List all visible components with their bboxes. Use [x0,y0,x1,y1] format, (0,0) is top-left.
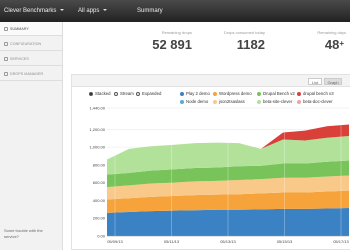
sidebar-item-configuration[interactable]: CONFIGURATION [0,37,62,51]
configuration-icon [4,42,8,46]
drops-today-label: Drops consumed today [223,30,265,35]
y-tick-label: 1,440.00 [89,106,105,111]
remaining-days-number: 48 [324,37,340,52]
drops-manager-icon [4,72,8,76]
y-tick-label: 800.00 [93,162,106,167]
chevron-down-icon [103,9,108,12]
y-tick-label: 200.00 [93,216,106,221]
remaining-drops-label: Remaining drops [161,30,192,35]
y-tick-label: 400.00 [93,198,106,203]
x-tick-label: 05/09/13 [107,239,123,244]
page-title: Summary [137,7,163,15]
summary-icon [4,27,8,31]
apps-menu[interactable]: All apps [78,7,108,15]
sidebar-item-drops-manager[interactable]: DROPS MANAGER [0,67,62,81]
remaining-days-value: 48+ [325,37,344,52]
x-tick-label: 05/17/13 [333,239,349,244]
y-tick-label: 1,000.00 [89,145,105,150]
stacked-area-chart: 0.00 200.00 400.00 600.00 800.00 1,000.00 1,20… [89,106,349,245]
y-tick-label: 0.00 [97,234,106,239]
brand-label: Clever Benchmarks [4,8,57,14]
x-tick-label: 05/11/13 [164,239,180,244]
top-bar: Clever Benchmarks All apps Summary [0,0,350,22]
services-icon [4,57,8,61]
apps-menu-label: All apps [78,8,100,14]
sidebar-item-label: SUMMARY [10,27,30,31]
sidebar-item-label: CONFIGURATION [10,42,42,46]
drops-today-value: 1182 [236,37,265,52]
sidebar-item-label: DROPS MANAGER [10,72,44,76]
x-tick-label: 05/13/13 [220,239,236,244]
brand-menu[interactable]: Clever Benchmarks [4,7,65,15]
y-tick-label: 600.00 [93,180,106,185]
sidebar-item-services[interactable]: SERVICES [0,52,62,66]
chevron-down-icon [60,9,65,12]
remaining-days-label: Remaining days [317,30,346,35]
sidebar-item-summary[interactable]: SUMMARY [0,22,62,36]
sidebar-item-label: SERVICES [10,57,29,61]
x-tick-label: 05/15/13 [277,239,293,244]
page-title-label: Summary [137,8,163,14]
sidebar: SUMMARY CONFIGURATION SERVICES DROPS MAN… [0,22,63,250]
y-tick-label: 1,200.00 [89,127,105,132]
remaining-drops-value: 52 891 [152,37,192,52]
remaining-days-suffix: + [339,39,344,48]
support-link[interactable]: Some trouble with the service? [4,228,56,240]
chart-panel: List Graph Stacked Stream Expanded Play … [71,74,350,250]
